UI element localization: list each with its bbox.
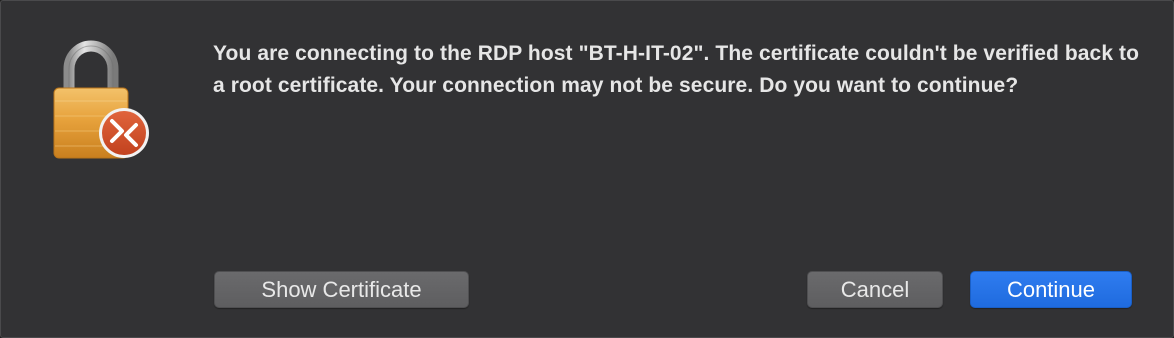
remote-desktop-icon xyxy=(99,108,149,158)
dialog-message: You are connecting to the RDP host "BT-H… xyxy=(213,42,1140,97)
certificate-warning-dialog: You are connecting to the RDP host "BT-H… xyxy=(0,0,1174,338)
lock-icon xyxy=(53,40,149,159)
cancel-button[interactable]: Cancel xyxy=(807,271,943,308)
show-certificate-button[interactable]: Show Certificate xyxy=(214,271,469,308)
continue-button[interactable]: Continue xyxy=(970,271,1132,308)
